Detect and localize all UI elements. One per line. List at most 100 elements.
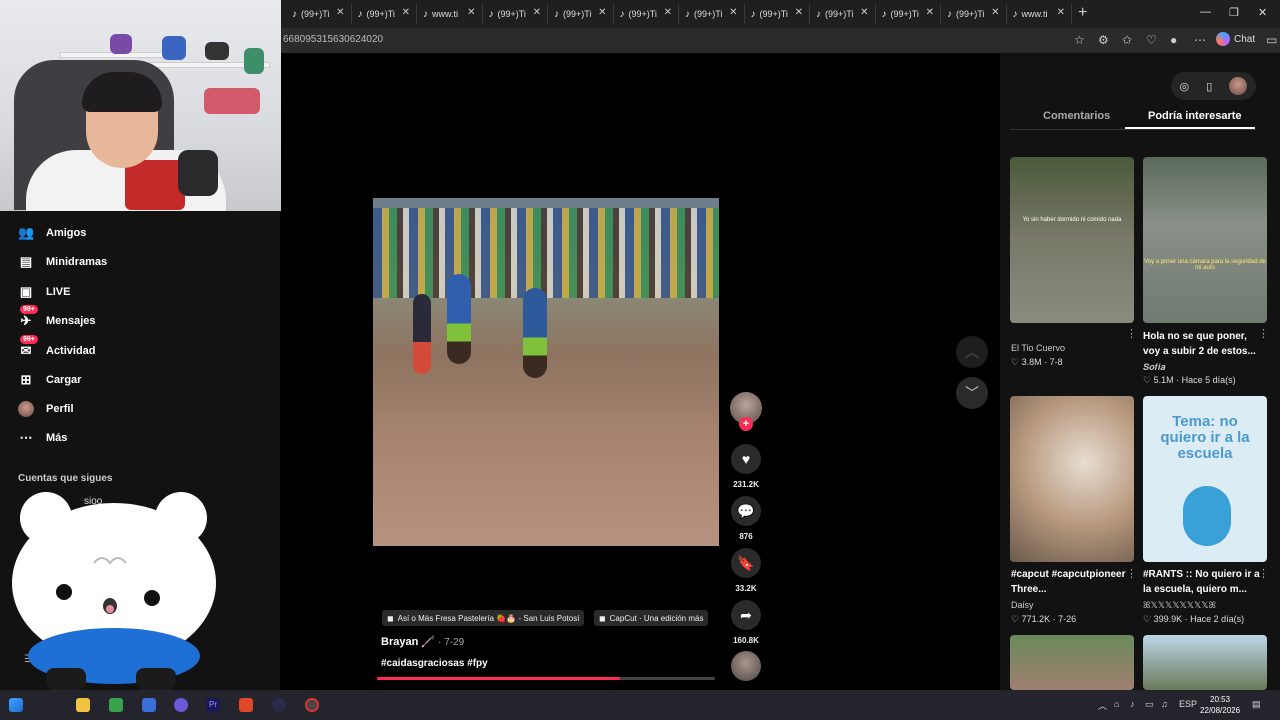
close-tab-icon[interactable]: ✕ xyxy=(598,7,606,18)
video-player[interactable] xyxy=(373,198,719,546)
tray-icon[interactable]: ⌂ xyxy=(1114,699,1119,709)
heart-health-icon[interactable]: ♡ xyxy=(1146,33,1157,47)
browser-tab[interactable]: ♪ (99+)Ti ✕ xyxy=(876,4,941,24)
close-tab-icon[interactable]: ✕ xyxy=(467,7,475,18)
video-thumbnail[interactable]: Voy a poner una cámara para la seguridad… xyxy=(1143,157,1267,323)
tab-comentarios[interactable]: Comentarios xyxy=(1043,110,1110,122)
close-tab-icon[interactable]: ✕ xyxy=(402,7,410,18)
extensions-icon[interactable]: ⚙ xyxy=(1098,33,1109,47)
star-icon[interactable]: ☆ xyxy=(1074,33,1085,47)
sidebar-item-perfil[interactable]: Perfil xyxy=(18,401,74,417)
close-tab-icon[interactable]: ✕ xyxy=(926,7,934,18)
close-tab-icon[interactable]: ✕ xyxy=(991,7,999,18)
windows-start-icon[interactable] xyxy=(9,698,23,712)
browser-tab[interactable]: ♪ (99+)Ti ✕ xyxy=(614,4,679,24)
sidebar-item-mas[interactable]: ⋯ Más xyxy=(18,430,68,446)
video-author[interactable]: Brayan 🦯 · 7-29 xyxy=(381,635,464,648)
heart-icon[interactable]: ♥ xyxy=(731,444,761,474)
share-action[interactable]: ➦ 160.8K xyxy=(730,600,762,645)
video-thumbnail[interactable]: Yo sin haber dormido ni comido nada xyxy=(1010,157,1134,323)
sidebar-item-actividad[interactable]: ✉ 99+ Actividad xyxy=(18,335,96,359)
card-title[interactable]: #RANTS :: No quiero ir a la escuela, qui… xyxy=(1143,567,1261,597)
close-tab-icon[interactable]: ✕ xyxy=(336,7,344,18)
user-avatar[interactable] xyxy=(1229,77,1248,95)
browser-tab[interactable]: ♪ (99+)Ti ✕ xyxy=(286,4,352,24)
sidebar-item-live[interactable]: ▣ LIVE xyxy=(18,284,71,300)
browser-tab[interactable]: ♪ (99+)Ti ✕ xyxy=(352,4,417,24)
compass-icon[interactable]: ◎ xyxy=(1180,80,1190,93)
profile-avatar-icon[interactable]: ● xyxy=(1170,33,1177,47)
tab-podria-interesarte[interactable]: Podría interesarte xyxy=(1148,110,1242,122)
sidebar-item-mensajes[interactable]: ✈ 99+ Mensajes xyxy=(18,305,96,329)
card-title[interactable]: Hola no se que poner, voy a subir 2 de e… xyxy=(1143,329,1261,359)
browser-tab[interactable]: ♪ www.ti ✕ xyxy=(1007,4,1072,24)
card-author[interactable]: El Tio Cuervo xyxy=(1011,343,1065,353)
obs-icon[interactable] xyxy=(305,698,319,712)
video-thumbnail[interactable] xyxy=(1010,396,1134,562)
browser-tab[interactable]: ♪ (99+)Ti ✕ xyxy=(483,4,548,24)
save-action[interactable]: 🔖 33.2K xyxy=(730,548,762,593)
browser-tab[interactable]: ♪ (99+)Ti ✕ xyxy=(679,4,745,24)
sidebar-item-minidramas[interactable]: ▤ Minidramas xyxy=(18,254,107,270)
close-tab-icon[interactable]: ✕ xyxy=(860,7,868,18)
music-disc-icon[interactable] xyxy=(731,651,761,681)
minimize-icon[interactable]: — xyxy=(1200,6,1211,18)
capcut-chip[interactable]: ◼ CapCut · Una edición más xyxy=(594,610,709,626)
card-title[interactable]: #capcut #capcutpioneer Three... xyxy=(1011,567,1129,597)
new-tab-icon[interactable]: + xyxy=(1078,4,1087,22)
premiere-icon[interactable]: Pr xyxy=(206,698,220,712)
volume-icon[interactable]: ♫ xyxy=(1161,699,1168,709)
tray-arrow-icon[interactable]: ︿ xyxy=(1098,699,1107,712)
close-tab-icon[interactable]: ✕ xyxy=(1057,7,1065,18)
app-icon[interactable] xyxy=(272,698,286,712)
close-tab-icon[interactable]: ✕ xyxy=(533,7,541,18)
browser-tab[interactable]: ♪ www.ti ✕ xyxy=(417,4,483,24)
more-menu-icon[interactable]: ⋯ xyxy=(1194,33,1206,47)
location-chip[interactable]: ◼ Así o Más Fresa Pastelería 🍓🎂 - San Lui… xyxy=(382,610,585,626)
browser-tab[interactable]: ♪ (99+)Ti ✕ xyxy=(810,4,876,24)
card-more-icon[interactable]: ⋮ xyxy=(1258,567,1269,580)
chat-button[interactable]: Chat xyxy=(1216,32,1255,46)
close-tab-icon[interactable]: ✕ xyxy=(729,7,737,18)
language-indicator[interactable]: ESP xyxy=(1179,699,1197,709)
app-icon[interactable] xyxy=(174,698,188,712)
bookmark-icon[interactable]: 🔖 xyxy=(731,548,761,578)
close-window-icon[interactable]: ✕ xyxy=(1258,6,1267,19)
app-icon[interactable] xyxy=(109,698,123,712)
comment-action[interactable]: 💬 876 xyxy=(730,496,762,541)
network-icon[interactable]: ▭ xyxy=(1145,699,1154,710)
next-video-icon[interactable]: ﹀ xyxy=(956,377,988,409)
card-more-icon[interactable]: ⋮ xyxy=(1126,327,1137,340)
like-action[interactable]: ♥ 231.2K xyxy=(730,444,762,489)
browser-tab[interactable]: ♪ (99+)Ti ✕ xyxy=(548,4,614,24)
video-progress-bar[interactable] xyxy=(377,677,715,680)
browser-tab[interactable]: ♪ (99+)Ti ✕ xyxy=(941,4,1007,24)
comment-icon[interactable]: 💬 xyxy=(731,496,761,526)
close-tab-icon[interactable]: ✕ xyxy=(795,7,803,18)
card-more-icon[interactable]: ⋮ xyxy=(1126,567,1137,580)
card-author[interactable]: 𝑺𝒐𝒇𝒊𝒂 xyxy=(1143,362,1165,373)
video-thumbnail[interactable]: Tema: no quiero ir a la escuela xyxy=(1143,396,1267,562)
video-thumbnail[interactable] xyxy=(1143,635,1267,690)
sidebar-item-cargar[interactable]: ⊞ Cargar xyxy=(18,372,82,388)
browser-tab[interactable]: ♪ (99+)Ti ✕ xyxy=(745,4,810,24)
system-clock[interactable]: 20:53 22/08/2026 xyxy=(1200,694,1240,716)
restore-icon[interactable]: ❐ xyxy=(1229,6,1239,19)
sidebar-toggle-icon[interactable]: ▭ xyxy=(1266,33,1277,47)
favorites-icon[interactable]: ✩ xyxy=(1122,33,1132,47)
card-author[interactable]: Daisy xyxy=(1011,600,1034,610)
follow-plus-icon[interactable]: + xyxy=(739,417,753,431)
sidebar-item-amigos[interactable]: 👥 Amigos xyxy=(18,225,86,241)
url-field[interactable]: 668095315630624020 xyxy=(283,34,383,45)
video-caption[interactable]: #caidasgraciosas #fpy xyxy=(381,658,488,669)
share-icon[interactable]: ➦ xyxy=(731,600,761,630)
close-tab-icon[interactable]: ✕ xyxy=(664,7,672,18)
previous-video-icon[interactable]: ︿ xyxy=(956,336,988,368)
phone-icon[interactable]: ▯ xyxy=(1206,80,1212,93)
card-author[interactable]: ꕤ𝕏𝕏𝕏𝕏𝕏𝕏𝕏𝕏ꕤ xyxy=(1143,600,1216,611)
video-thumbnail[interactable] xyxy=(1010,635,1134,690)
card-more-icon[interactable]: ⋮ xyxy=(1258,327,1269,340)
notification-icon[interactable]: ▤ xyxy=(1252,699,1261,710)
brave-icon[interactable] xyxy=(239,698,253,712)
mic-icon[interactable]: ♪ xyxy=(1130,699,1135,709)
